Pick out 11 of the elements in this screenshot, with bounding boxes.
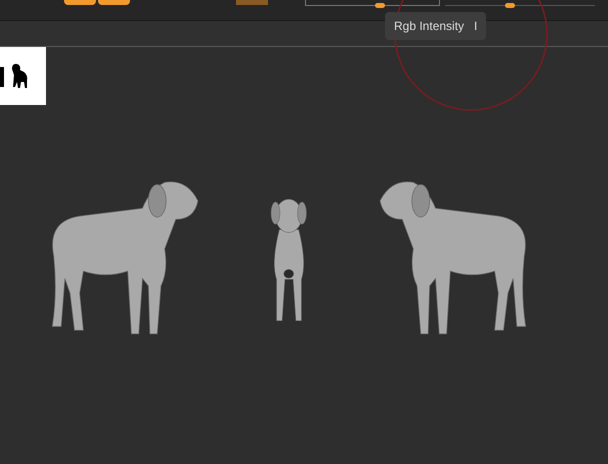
brush-cursor-icon <box>393 0 549 112</box>
toolbar-button[interactable] <box>64 0 96 5</box>
slider-thumb[interactable] <box>375 3 386 8</box>
shortcut-key: I <box>474 17 478 35</box>
slider[interactable] <box>305 0 440 6</box>
tooltip-label: Rgb Intensity <box>394 18 464 35</box>
dog-silhouette-icon <box>0 63 30 89</box>
slider[interactable] <box>445 0 595 6</box>
slider-thumb[interactable] <box>504 3 514 8</box>
color-swatch[interactable] <box>236 0 268 5</box>
toolbar-button[interactable] <box>98 0 130 5</box>
